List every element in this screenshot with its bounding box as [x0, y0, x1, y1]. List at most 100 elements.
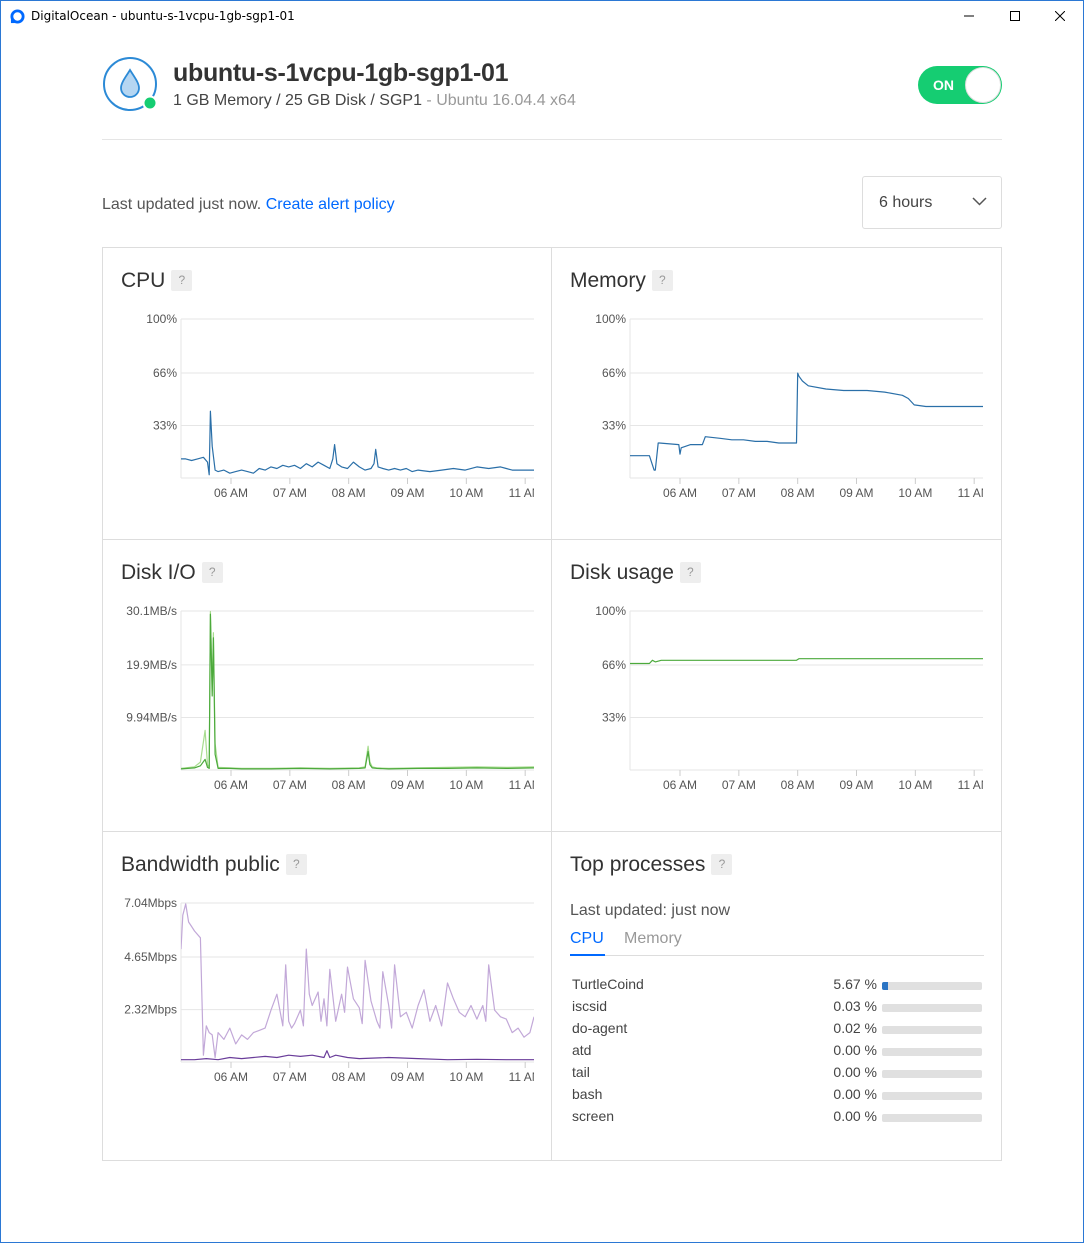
process-name: tail [572, 1064, 590, 1080]
panel-title: Bandwidth public? [121, 853, 307, 877]
x-tick-label: 11 AM [509, 1070, 542, 1084]
y-tick-label: 4.65Mbps [124, 950, 177, 964]
process-name: bash [572, 1086, 603, 1102]
y-tick-label: 100% [595, 312, 626, 326]
help-button[interactable]: ? [679, 562, 701, 583]
process-row: bash 0.00 % [572, 1086, 982, 1108]
process-bar [882, 1004, 982, 1012]
x-tick-label: 11 AM [509, 778, 542, 792]
create-alert-policy-link[interactable]: Create alert policy [266, 196, 395, 213]
process-row: do-agent 0.02 % [572, 1020, 982, 1042]
process-name: do-agent [572, 1020, 628, 1036]
tab-memory[interactable]: Memory [624, 930, 682, 956]
help-button[interactable]: ? [201, 562, 223, 583]
help-button[interactable]: ? [651, 270, 673, 291]
panel-title: Disk usage? [570, 561, 701, 585]
droplet-os: - Ubuntu 16.04.4 x64 [421, 92, 576, 109]
process-tabs: CPU Memory [570, 930, 984, 956]
y-tick-label: 66% [602, 658, 626, 672]
process-value: 0.03 % [833, 998, 877, 1014]
x-tick-label: 09 AM [390, 486, 424, 500]
process-bar [882, 1070, 982, 1078]
bandwidth-series-line [181, 1050, 534, 1061]
memory-panel: Memory? 100% 66% 33% 06 AM 07 AM 08 AM 09 AM 10… [552, 248, 1001, 540]
x-tick-label: 10 AM [898, 778, 932, 792]
process-bar [882, 1026, 982, 1034]
process-list: TurtleCoind 5.67 % iscsid 0.03 % do-agent 0.0… [572, 976, 982, 1130]
help-button[interactable]: ? [285, 854, 307, 875]
process-bar [882, 1114, 982, 1122]
time-range-select[interactable]: 6 hours [862, 176, 1002, 229]
x-tick-label: 10 AM [449, 778, 483, 792]
x-tick-label: 11 AM [958, 486, 991, 500]
x-tick-label: 10 AM [898, 486, 932, 500]
process-name: iscsid [572, 998, 608, 1014]
chevron-down-icon [972, 197, 987, 206]
process-name: screen [572, 1108, 615, 1124]
help-button[interactable]: ? [711, 854, 733, 875]
app-window: DigitalOcean - ubuntu-s-1vcpu-1gb-sgp1-0… [0, 0, 1084, 1243]
disk-io-chart: 30.1MB/s 19.9MB/s 9.94MB/s 06 AM 07 AM 08 AM 0… [126, 604, 542, 792]
last-updated-row: Last updated just now. Create alert poli… [102, 196, 395, 214]
processes-last-updated: Last updated: just now [570, 902, 731, 919]
y-tick-label: 100% [595, 604, 626, 618]
tab-cpu[interactable]: CPU [570, 930, 605, 956]
y-tick-label: 2.32Mbps [124, 1003, 177, 1017]
x-tick-label: 10 AM [449, 486, 483, 500]
x-tick-label: 09 AM [839, 486, 873, 500]
y-tick-label: 33% [602, 711, 626, 725]
cpu-series-line [181, 410, 534, 476]
x-tick-label: 06 AM [214, 486, 248, 500]
droplet-icon [103, 57, 158, 111]
droplet-specs: 1 GB Memory / 25 GB Disk / SGP1 [173, 92, 422, 109]
process-bar [882, 982, 982, 990]
y-tick-label: 9.94MB/s [126, 710, 177, 724]
process-bar [882, 1092, 982, 1100]
power-toggle[interactable]: ON [918, 66, 1002, 104]
x-tick-label: 07 AM [273, 778, 307, 792]
maximize-button[interactable] [992, 1, 1038, 31]
process-row: screen 0.00 % [572, 1108, 982, 1130]
x-tick-label: 07 AM [722, 486, 756, 500]
panel-title: Memory? [570, 269, 673, 293]
y-tick-label: 7.04Mbps [124, 896, 177, 910]
status-dot [142, 95, 158, 111]
x-tick-label: 10 AM [449, 1070, 483, 1084]
x-tick-label: 06 AM [214, 1070, 248, 1084]
digitalocean-logo-icon [10, 9, 25, 24]
y-tick-label: 33% [602, 419, 626, 433]
process-value: 0.00 % [833, 1042, 877, 1058]
help-button[interactable]: ? [171, 270, 193, 291]
x-tick-label: 08 AM [332, 1070, 366, 1084]
minimize-button[interactable] [946, 1, 992, 31]
panel-title: Disk I/O? [121, 561, 223, 585]
cpu-chart: 100% 66% 33% 06 AM 07 AM 08 AM 09 AM 10 AM 11 AM [146, 312, 542, 500]
title-bar[interactable]: DigitalOcean - ubuntu-s-1vcpu-1gb-sgp1-0… [1, 1, 1083, 31]
x-tick-label: 08 AM [781, 486, 815, 500]
process-value: 5.67 % [833, 976, 877, 992]
x-tick-label: 07 AM [273, 1070, 307, 1084]
panel-title-text: Disk I/O [121, 561, 196, 584]
process-value: 0.00 % [833, 1108, 877, 1124]
disk_io-series-line [181, 613, 534, 770]
memory-chart: 100% 66% 33% 06 AM 07 AM 08 AM 09 AM 10 AM 11 AM [595, 312, 991, 500]
minimize-icon [964, 15, 974, 17]
x-tick-label: 11 AM [958, 778, 991, 792]
y-tick-label: 30.1MB/s [126, 604, 177, 618]
panel-title: Top processes? [570, 853, 733, 877]
y-tick-label: 66% [602, 366, 626, 380]
panel-title-text: Memory [570, 269, 646, 292]
x-tick-label: 09 AM [839, 778, 873, 792]
panel-title-text: CPU [121, 269, 166, 292]
close-button[interactable] [1037, 1, 1083, 31]
x-tick-label: 08 AM [332, 486, 366, 500]
panel-title-text: Top processes [570, 853, 706, 876]
metrics-grid: CPU? 100% 66% 33% 06 AM 07 AM 08 AM 09 AM 10 AM… [102, 247, 1002, 1161]
x-tick-label: 06 AM [663, 778, 697, 792]
x-tick-label: 08 AM [781, 778, 815, 792]
process-value: 0.00 % [833, 1086, 877, 1102]
x-tick-label: 09 AM [390, 778, 424, 792]
x-tick-label: 11 AM [509, 486, 542, 500]
droplet-name: ubuntu-s-1vcpu-1gb-sgp1-01 [173, 59, 509, 87]
panel-title-text: Disk usage [570, 561, 674, 584]
